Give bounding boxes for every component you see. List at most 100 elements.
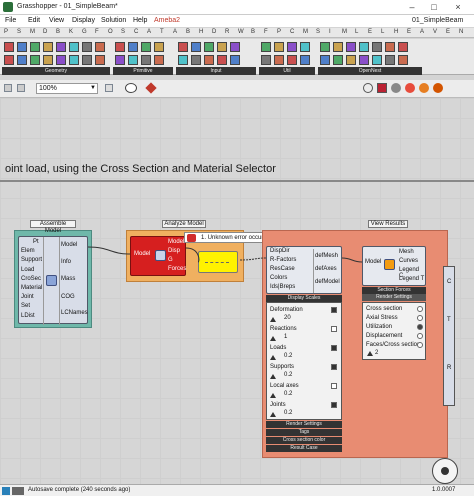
component-icon[interactable] [372, 55, 382, 65]
component-icon[interactable] [82, 42, 92, 52]
analyze-output-forces[interactable]: Forces [168, 266, 186, 272]
menu-solution[interactable]: Solution [101, 17, 126, 24]
ribbon-group-primitive[interactable]: Primitive [113, 67, 173, 75]
component-icon[interactable] [261, 42, 271, 52]
model-view-component[interactable]: DispDir R-Factors ResCase Colors Ids|Breps d… [266, 246, 342, 294]
component-icon[interactable] [43, 55, 53, 65]
tab-3[interactable]: D [43, 29, 47, 35]
right-component[interactable]: C T R [443, 266, 455, 406]
ribbon-group-util[interactable]: Util [259, 67, 315, 75]
component-icon[interactable] [300, 55, 310, 65]
tab-34[interactable]: E [446, 29, 450, 35]
close-icon[interactable]: × [450, 1, 466, 13]
component-icon[interactable] [4, 42, 14, 52]
analyze-output-disp[interactable]: Disp [168, 248, 180, 254]
component-icon[interactable] [320, 42, 330, 52]
tab-31[interactable]: E [407, 29, 411, 35]
component-icon[interactable] [4, 55, 14, 65]
scale-checkbox[interactable] [331, 326, 337, 332]
tab-32[interactable]: A [420, 29, 424, 35]
section-option-radio[interactable] [417, 315, 423, 321]
display-scales-header[interactable]: Display Scales [266, 295, 342, 302]
tab-17[interactable]: R [225, 29, 229, 35]
component-icon[interactable] [115, 55, 125, 65]
preview-eye-icon[interactable] [125, 83, 137, 93]
analyze-input-model[interactable]: Model [134, 251, 150, 257]
scale-checkbox[interactable] [331, 345, 337, 351]
component-icon[interactable] [191, 42, 201, 52]
tab-18[interactable]: W [238, 29, 244, 35]
tab-0[interactable]: P [4, 29, 8, 35]
component-icon[interactable] [359, 42, 369, 52]
section-option-radio[interactable] [417, 324, 423, 330]
component-icon[interactable] [17, 55, 27, 65]
scale-checkbox[interactable] [331, 364, 337, 370]
component-icon[interactable] [115, 42, 125, 52]
ribbon-group-input[interactable]: Input [176, 67, 256, 75]
section-option-radio[interactable] [417, 342, 423, 348]
component-icon[interactable] [300, 42, 310, 52]
component-icon[interactable] [320, 55, 330, 65]
component-icon[interactable] [17, 42, 27, 52]
tab-23[interactable]: M [303, 29, 308, 35]
slider-handle-icon[interactable] [270, 336, 276, 341]
component-icon[interactable] [128, 42, 138, 52]
tab-24[interactable]: S [316, 29, 320, 35]
tab-5[interactable]: K [69, 29, 73, 35]
component-icon[interactable] [30, 55, 40, 65]
tab-25[interactable]: I [329, 29, 331, 35]
component-icon[interactable] [56, 55, 66, 65]
component-icon[interactable] [230, 42, 240, 52]
component-icon[interactable] [398, 42, 408, 52]
menu-view[interactable]: View [49, 17, 64, 24]
assemble-input-material[interactable]: Material [21, 285, 42, 291]
section-output-curves[interactable]: Curves [399, 258, 418, 264]
view-input-3[interactable]: Colors [270, 275, 287, 281]
tab-11[interactable]: A [147, 29, 151, 35]
zoom-select[interactable]: 100% [36, 83, 98, 94]
view-input-0[interactable]: DispDir [270, 248, 290, 254]
assemble-input-elem[interactable]: Elem [21, 248, 35, 254]
scale-slider[interactable]: 0.2 [270, 353, 338, 360]
component-icon[interactable] [398, 55, 408, 65]
component-icon[interactable] [178, 42, 188, 52]
assemble-output-mass[interactable]: Mass [61, 276, 75, 282]
open-icon[interactable] [17, 84, 25, 92]
analyze-output-g[interactable]: G [168, 257, 173, 263]
scale-slider[interactable]: 0.2 [270, 410, 338, 417]
minimize-icon[interactable]: – [404, 1, 420, 13]
tab-14[interactable]: B [186, 29, 190, 35]
assemble-input-support[interactable]: Support [21, 257, 42, 263]
slider-handle-icon[interactable] [270, 374, 276, 379]
component-icon[interactable] [69, 42, 79, 52]
tab-20[interactable]: F [264, 29, 268, 35]
save-icon[interactable] [4, 84, 12, 92]
view-input-1[interactable]: R-Factors [270, 257, 296, 263]
section-forces-header[interactable]: Section Forces [362, 287, 426, 294]
tab-9[interactable]: S [121, 29, 125, 35]
component-icon[interactable] [69, 55, 79, 65]
display-footer-0[interactable]: Render Settings [266, 421, 342, 428]
ribbon-group-opennest[interactable]: OpenNest [318, 67, 422, 75]
assemble-output-cog[interactable]: COG [61, 294, 75, 300]
tab-1[interactable]: S [17, 29, 21, 35]
menu-display[interactable]: Display [72, 17, 95, 24]
component-icon[interactable] [333, 42, 343, 52]
assemble-output-model[interactable]: Model [61, 242, 77, 248]
assemble-input-joint[interactable]: Joint [21, 294, 34, 300]
sketch-pen-icon[interactable] [145, 82, 157, 94]
scale-checkbox[interactable] [331, 383, 337, 389]
navigation-compass-icon[interactable] [432, 458, 458, 484]
section-option-radio[interactable] [417, 333, 423, 339]
tab-22[interactable]: C [290, 29, 294, 35]
tab-15[interactable]: H [199, 29, 203, 35]
component-icon[interactable] [95, 42, 105, 52]
tab-10[interactable]: C [134, 29, 138, 35]
zoom-extents-icon[interactable] [105, 84, 113, 92]
component-icon[interactable] [287, 55, 297, 65]
analyze-output-model[interactable]: Model [168, 239, 184, 245]
section-value-slider[interactable]: 2 [367, 350, 423, 357]
component-icon[interactable] [141, 55, 151, 65]
scale-slider[interactable]: 0.2 [270, 372, 338, 379]
menu-ameba2[interactable]: Ameba2 [154, 17, 180, 24]
